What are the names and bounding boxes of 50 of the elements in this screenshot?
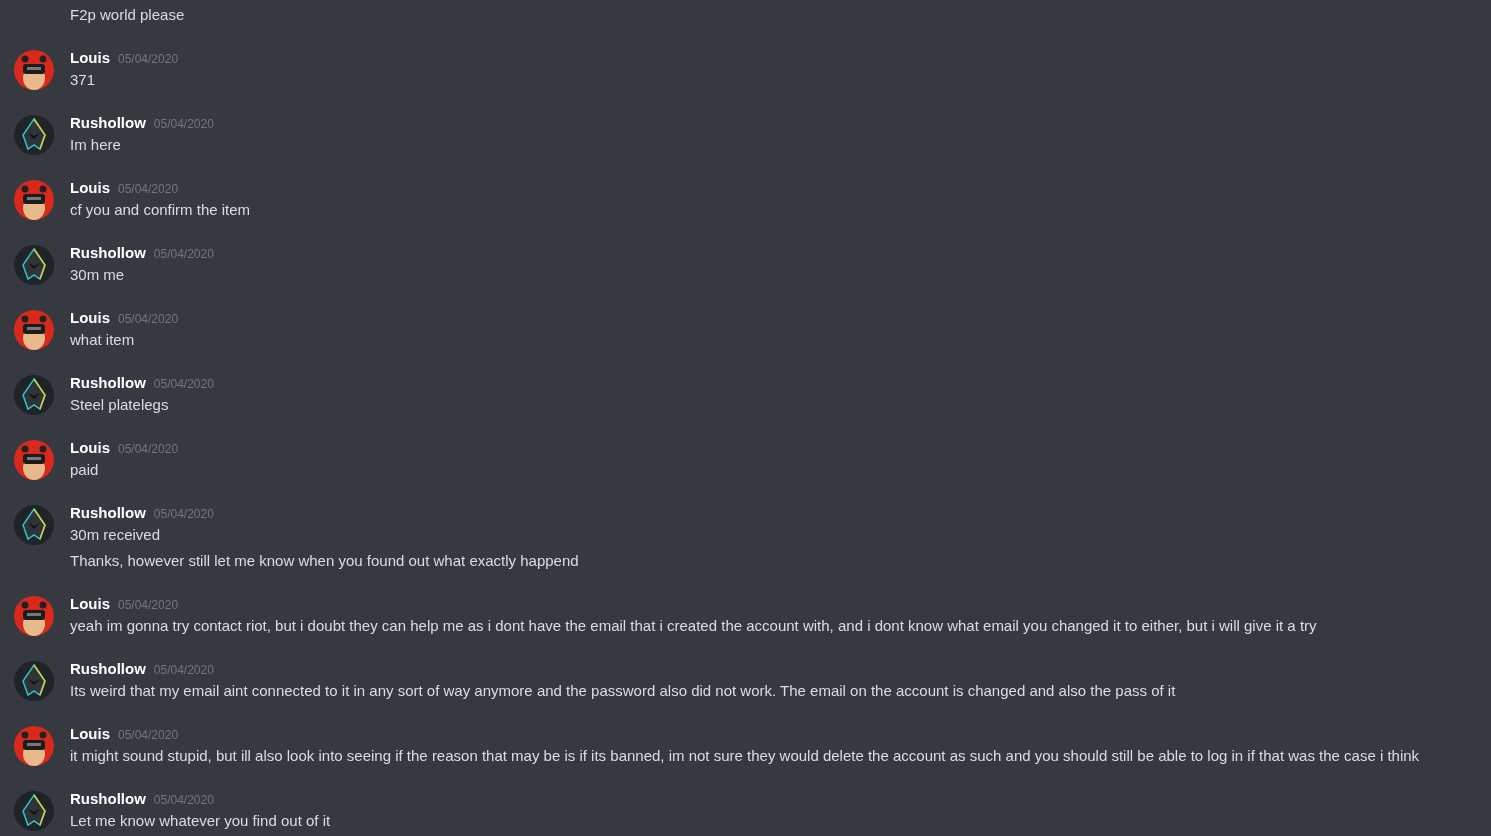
avatar [14,505,54,545]
username[interactable]: Rushollow [70,788,146,810]
message-text: 30m me [70,265,126,285]
username[interactable]: Rushollow [70,372,146,394]
username[interactable]: Rushollow [70,112,146,134]
username[interactable]: Rushollow [70,502,146,524]
message-text: it might sound stupid, but ill also look into seeing if the reason that may be is if its banned, im not sure they would delete the account as such and you should still be able to log in if that was the case i think [70,746,1420,766]
timestamp: 05/04/2020 [153,506,214,523]
message-text: Thanks, however still let me know when you found out what exactly happend [70,551,579,571]
message-text: Steel platelegs [70,395,170,415]
message-text: 30m received [70,525,162,545]
message-text: F2p world please [70,5,185,25]
timestamp: 05/04/2020 [153,376,214,393]
timestamp: 05/04/2020 [118,51,179,68]
timestamp: 05/04/2020 [153,246,214,263]
username[interactable]: Louis [70,723,110,745]
avatar [14,791,54,831]
message-text: Its weird that my email aint connected to it in any sort of way anymore and the password also did not work. The email on the account is changed and also the pass of it [70,681,1176,701]
avatar [14,726,54,766]
timestamp: 05/04/2020 [118,181,179,198]
username[interactable]: Louis [70,177,110,199]
avatar [14,375,54,415]
avatar [14,180,54,220]
avatar [14,310,54,350]
avatar [14,596,54,636]
avatar [14,115,54,155]
username[interactable]: Rushollow [70,242,146,264]
message-text: cf you and confirm the item [70,200,251,220]
message-text: 371 [70,70,97,90]
avatar [14,50,54,90]
message-text: Im here [70,135,122,155]
avatar [14,661,54,701]
timestamp: 05/04/2020 [118,727,179,744]
message-text: yeah im gonna try contact riot, but i doubt they can help me as i dont have the email that i created the account with, and i dont know what email you changed it to either, but i will give it a try [70,616,1317,636]
message-text: paid [70,460,100,480]
timestamp: 05/04/2020 [118,441,179,458]
username[interactable]: Rushollow [70,658,146,680]
timestamp: 05/04/2020 [153,792,214,809]
timestamp: 05/04/2020 [118,311,179,328]
timestamp: 05/04/2020 [153,116,214,133]
avatar [14,440,54,480]
timestamp: 05/04/2020 [118,597,179,614]
username[interactable]: Louis [70,593,110,615]
timestamp: 05/04/2020 [153,662,214,679]
username[interactable]: Louis [70,437,110,459]
message-text: what item [70,330,136,350]
username[interactable]: Louis [70,47,110,69]
username[interactable]: Louis [70,307,110,329]
message-text: Let me know whatever you find out of it [70,811,331,831]
avatar [14,245,54,285]
